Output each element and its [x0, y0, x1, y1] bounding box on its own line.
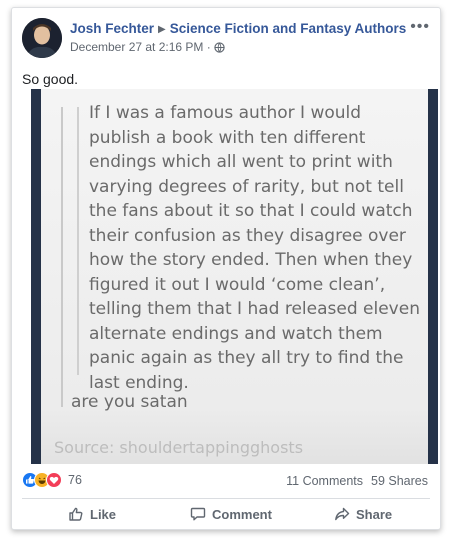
engagement-bar: 76 11 Comments 59 Shares	[12, 464, 440, 498]
post-title-line: Josh Fechter ▶ Science Fiction and Fantasy…	[70, 21, 406, 36]
share-button[interactable]: Share	[334, 499, 392, 529]
post-meta: December 27 at 2:16 PM ·	[70, 40, 225, 56]
comments-count-link[interactable]: 11 Comments	[286, 474, 363, 488]
reply-text: are you satan	[71, 392, 188, 412]
reblog-bar	[61, 107, 63, 407]
share-label: Share	[356, 506, 393, 522]
post-text: So good.	[22, 71, 79, 87]
action-bar: Like Comment Share	[12, 499, 440, 529]
post-card: Josh Fechter ▶ Science Fiction and Fantasy…	[11, 7, 441, 530]
post-timestamp[interactable]: December 27 at 2:16 PM	[70, 40, 203, 54]
post-image[interactable]: If I was a famous author I would publish…	[31, 89, 438, 464]
shares-count-link[interactable]: 59 Shares	[371, 474, 428, 488]
comment-icon	[190, 506, 206, 522]
thumbs-up-icon	[68, 506, 84, 522]
comment-button[interactable]: Comment	[190, 499, 272, 529]
comment-label: Comment	[212, 506, 272, 522]
author-name-link[interactable]: Josh Fechter	[70, 21, 154, 36]
comment-share-counts: 11 Comments 59 Shares	[278, 474, 428, 488]
reaction-count[interactable]: 76	[68, 473, 82, 487]
quote-bar	[77, 107, 79, 375]
source-text: Source: shouldertappingghosts	[54, 438, 304, 457]
share-icon	[334, 506, 350, 522]
author-avatar[interactable]	[22, 18, 62, 58]
globe-icon	[214, 42, 225, 56]
caret-right-icon: ▶	[158, 24, 166, 35]
quoted-text: If I was a famous author I would publish…	[89, 103, 420, 393]
group-name-link[interactable]: Science Fiction and Fantasy Authors	[170, 21, 407, 36]
like-label: Like	[90, 506, 117, 522]
more-options-icon[interactable]: •••	[410, 18, 430, 36]
like-button[interactable]: Like	[68, 499, 116, 529]
tumblr-screenshot: If I was a famous author I would publish…	[41, 89, 428, 464]
post-header: Josh Fechter ▶ Science Fiction and Fantasy…	[12, 8, 440, 60]
love-icon	[46, 472, 62, 488]
